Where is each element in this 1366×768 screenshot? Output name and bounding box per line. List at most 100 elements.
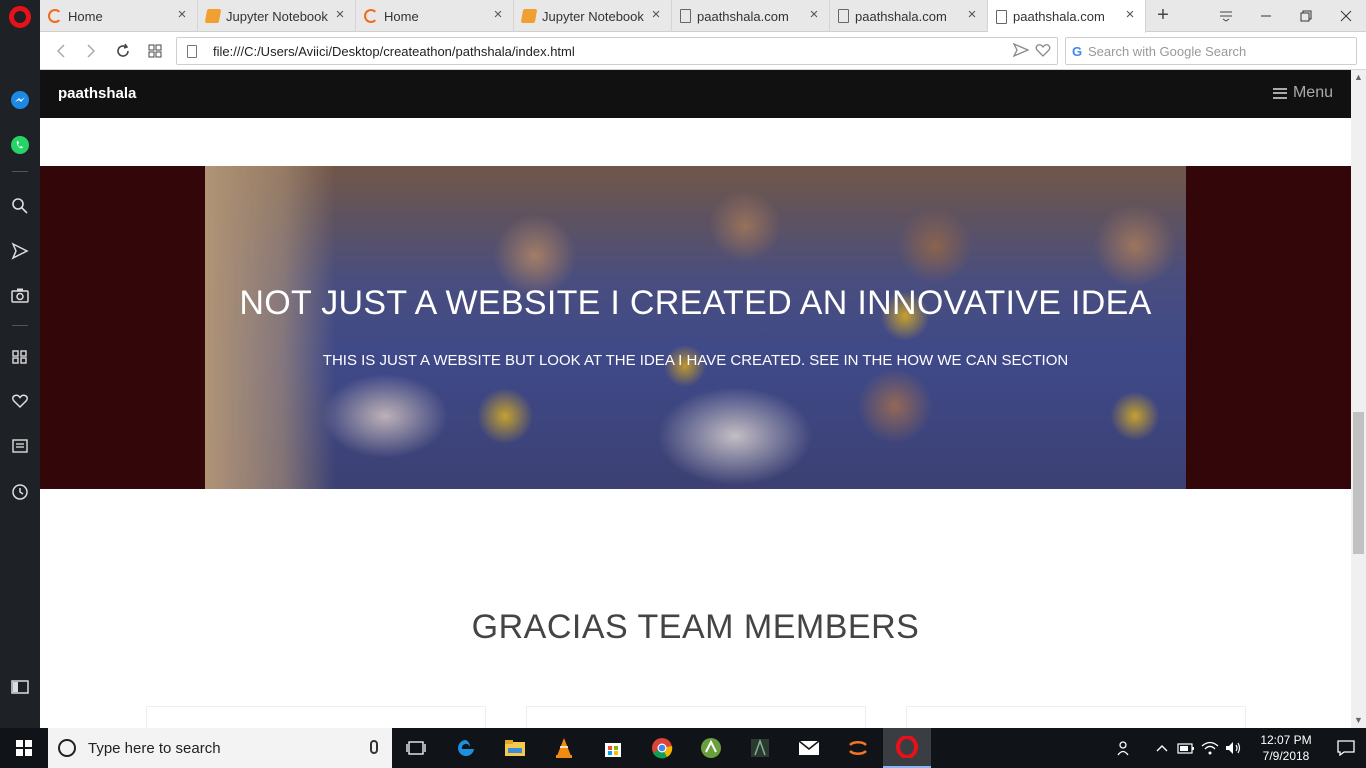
close-window-icon[interactable] — [1326, 0, 1366, 32]
news-icon[interactable] — [8, 434, 32, 458]
opera-icon — [364, 9, 378, 23]
tab[interactable]: Home × — [356, 0, 514, 32]
google-icon: G — [1072, 44, 1083, 59]
taskbar-search[interactable]: Type here to search — [48, 728, 392, 768]
wifi-icon[interactable] — [1198, 728, 1222, 768]
chevron-up-icon[interactable] — [1150, 728, 1174, 768]
hero-image — [205, 166, 1186, 489]
tab-label: Jupyter Notebook — [226, 8, 328, 24]
minimize-icon[interactable] — [1246, 0, 1286, 32]
clock[interactable]: 12:07 PM 7/9/2018 — [1246, 732, 1326, 764]
page-icon — [996, 9, 1007, 24]
site-brand[interactable]: paathshala — [58, 85, 136, 102]
android-studio-icon[interactable] — [687, 728, 735, 768]
opera-menu-icon[interactable] — [9, 6, 31, 28]
people-icon[interactable] — [1112, 728, 1136, 768]
history-icon[interactable] — [8, 480, 32, 504]
taskbar-search-placeholder: Type here to search — [88, 739, 221, 757]
task-view-icon[interactable] — [392, 728, 440, 768]
tab-label: paathshala.com — [855, 8, 947, 24]
notifications-icon[interactable] — [1326, 728, 1366, 768]
system-tray: 12:07 PM 7/9/2018 — [1112, 728, 1366, 768]
url-actions — [1013, 43, 1051, 57]
clock-time: 12:07 PM — [1260, 733, 1312, 747]
windows-icon — [16, 740, 32, 756]
reload-icon[interactable] — [112, 40, 134, 62]
send-page-icon[interactable] — [1013, 43, 1029, 57]
scroll-thumb[interactable] — [1353, 412, 1364, 554]
whatsapp-icon[interactable] — [8, 133, 32, 157]
restore-icon[interactable] — [1286, 0, 1326, 32]
opera-icon — [48, 9, 62, 23]
close-icon[interactable]: × — [1123, 7, 1137, 22]
site-navbar: paathshala Menu — [40, 70, 1351, 118]
file-explorer-icon[interactable] — [491, 728, 539, 768]
speed-dial-icon[interactable] — [8, 345, 32, 369]
send-icon[interactable] — [8, 239, 32, 263]
hamburger-icon — [1272, 87, 1287, 99]
tab[interactable]: Jupyter Notebook × — [514, 0, 672, 32]
close-icon[interactable]: × — [175, 7, 189, 22]
team-card — [526, 706, 866, 728]
close-icon[interactable]: × — [807, 7, 821, 22]
tab[interactable]: paathshala.com × — [830, 0, 988, 32]
messenger-icon[interactable] — [8, 88, 32, 112]
address-bar: file:///C:/Users/Aviici/Desktop/createat… — [40, 33, 1366, 70]
battery-icon[interactable] — [1174, 728, 1198, 768]
url-field[interactable]: file:///C:/Users/Aviici/Desktop/createat… — [176, 37, 1058, 65]
tab[interactable]: Home × — [40, 0, 198, 32]
chrome-icon[interactable] — [638, 728, 686, 768]
tab-label: paathshala.com — [1013, 9, 1105, 24]
team-card — [906, 706, 1246, 728]
url-text: file:///C:/Users/Aviici/Desktop/createat… — [213, 43, 575, 59]
vlc-icon[interactable] — [540, 728, 588, 768]
new-tab-button[interactable]: + — [1152, 4, 1174, 26]
sidebar-separator — [12, 171, 28, 172]
microphone-icon[interactable] — [370, 740, 378, 754]
team-heading: GRACIAS TEAM MEMBERS — [471, 608, 920, 646]
sidebar-toggle-icon[interactable] — [8, 675, 32, 699]
tiles-icon[interactable] — [144, 40, 166, 62]
page-icon — [838, 9, 849, 23]
back-icon[interactable] — [50, 40, 72, 62]
menu-label: Menu — [1292, 84, 1333, 101]
heart-icon[interactable] — [8, 389, 32, 413]
tab[interactable]: paathshala.com × — [672, 0, 830, 32]
page-scrollbar[interactable]: ▲ ▼ — [1351, 70, 1366, 728]
opera-taskbar-icon[interactable] — [883, 728, 931, 768]
store-icon[interactable] — [589, 728, 637, 768]
scroll-up-icon[interactable]: ▲ — [1354, 73, 1363, 82]
heart-icon[interactable] — [1035, 43, 1051, 57]
team-card — [146, 706, 486, 728]
edge-icon[interactable] — [442, 728, 490, 768]
hero-title: NOT JUST A WEBSITE I CREATED AN INNOVATI… — [239, 284, 1152, 322]
tab-strip: Home × Jupyter Notebook × Home × Jupyter… — [40, 0, 1366, 33]
forward-icon[interactable] — [80, 40, 102, 62]
tab-label: Home — [384, 8, 419, 24]
tab-active[interactable]: paathshala.com × — [988, 0, 1146, 33]
game-icon[interactable] — [736, 728, 784, 768]
camera-icon[interactable] — [8, 283, 32, 307]
volume-icon[interactable] — [1222, 728, 1246, 768]
tab-label: Jupyter Notebook — [542, 8, 644, 24]
page-icon — [680, 9, 691, 23]
close-icon[interactable]: × — [333, 7, 347, 22]
jupyter-icon[interactable] — [834, 728, 882, 768]
search-field[interactable]: G Search with Google Search — [1065, 37, 1357, 65]
opera-sidebar — [0, 0, 40, 728]
sidebar-separator — [12, 325, 28, 326]
search-icon[interactable] — [8, 194, 32, 218]
tab-menu-icon[interactable] — [1206, 0, 1246, 32]
mail-icon[interactable] — [785, 728, 833, 768]
close-icon[interactable]: × — [491, 7, 505, 22]
window-controls — [1206, 0, 1366, 32]
menu-button[interactable]: Menu — [1272, 84, 1333, 102]
start-button[interactable] — [0, 728, 48, 768]
close-icon[interactable]: × — [649, 7, 663, 22]
tab[interactable]: Jupyter Notebook × — [198, 0, 356, 32]
search-placeholder: Search with Google Search — [1088, 43, 1247, 59]
scroll-down-icon[interactable]: ▼ — [1354, 716, 1363, 725]
close-icon[interactable]: × — [965, 7, 979, 22]
hero-section: NOT JUST A WEBSITE I CREATED AN INNOVATI… — [40, 166, 1351, 489]
tab-label: paathshala.com — [697, 8, 789, 24]
